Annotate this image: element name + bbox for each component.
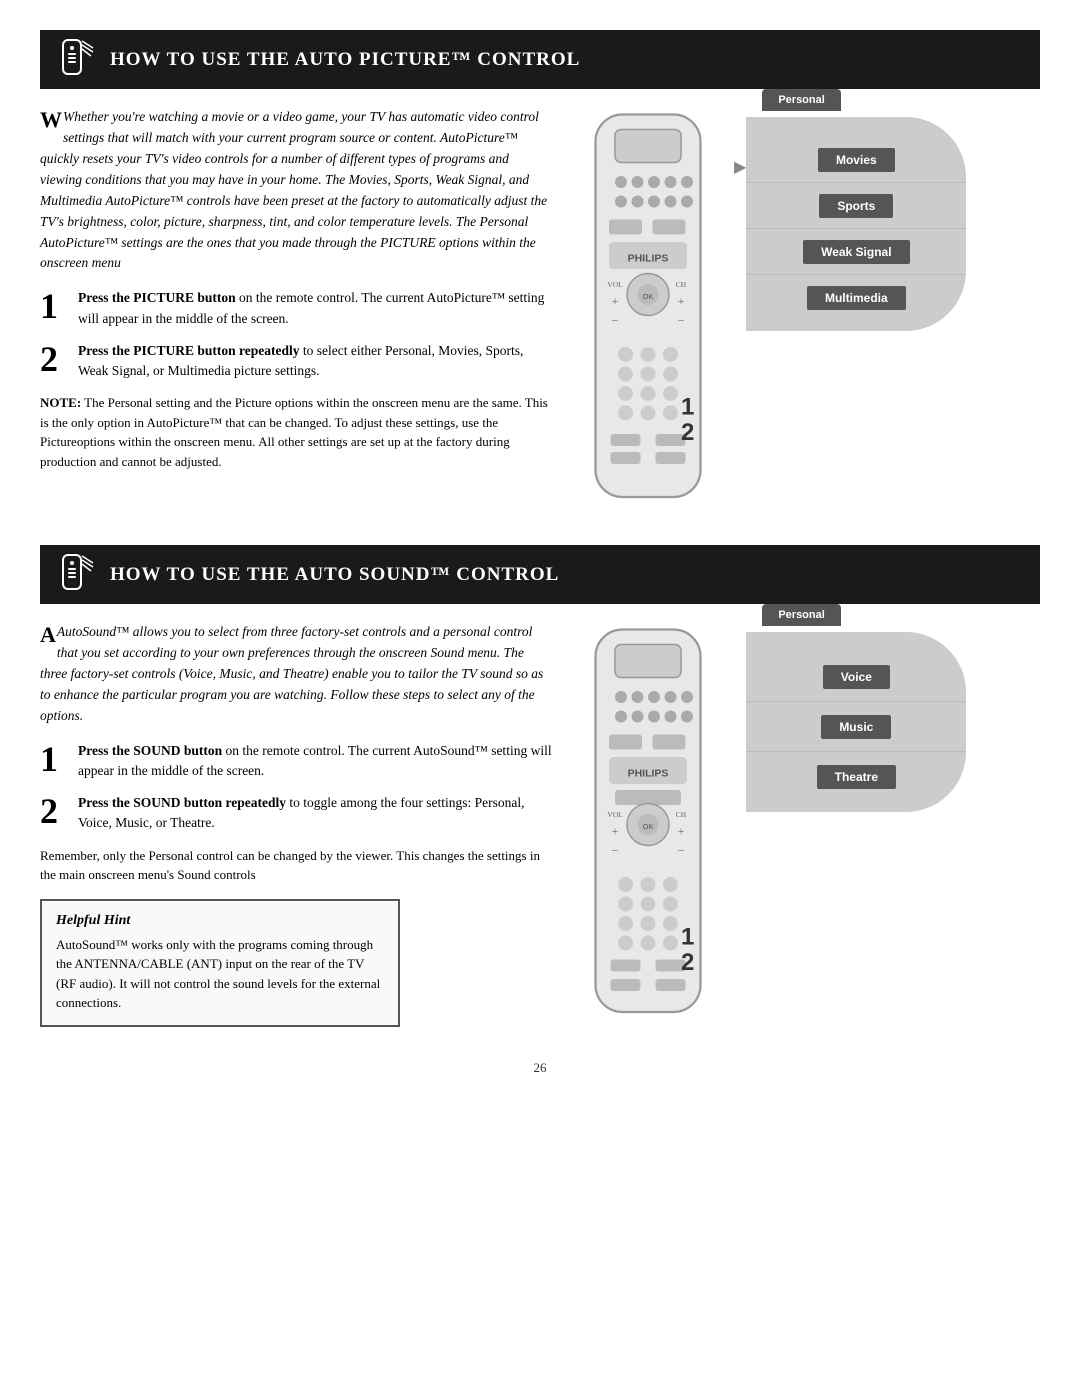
svg-text:2: 2 (681, 419, 694, 446)
personal-tab1: Personal (762, 89, 840, 111)
note-text: The Personal setting and the Picture opt… (40, 395, 548, 469)
step2-num: 2 (40, 341, 68, 382)
page-number: 26 (40, 1060, 1040, 1076)
s2-step1-text: Press the SOUND button on the remote con… (78, 741, 553, 782)
remote2-area: PHILIPS OK VOL CH + + − − (573, 622, 728, 1032)
section2-body: AAutoSound™ allows you to select from th… (40, 622, 1040, 1032)
section1-note: NOTE: The Personal setting and the Pictu… (40, 393, 553, 471)
remote2-svg: PHILIPS OK VOL CH + + − − (573, 622, 723, 1027)
svg-text:−: − (612, 844, 619, 858)
section1-diagram: PHILIPS OK VOL CH + + − − (573, 107, 1040, 517)
section2-intro: AAutoSound™ allows you to select from th… (40, 622, 553, 727)
remote-icon (58, 38, 96, 81)
helpful-hint-text: AutoSound™ works only with the programs … (56, 935, 384, 1013)
remote1-area: PHILIPS OK VOL CH + + − − (573, 107, 728, 517)
options2-bg: Personal VoiceMusicTheatre (746, 632, 966, 812)
svg-text:VOL: VOL (608, 810, 624, 819)
svg-text:+: + (612, 824, 619, 838)
section2-title: How to Use the Auto Sound™ Control (110, 564, 559, 586)
section2-text: AAutoSound™ allows you to select from th… (40, 622, 553, 1032)
s2-step2-text: Press the SOUND button repeatedly to tog… (78, 793, 553, 834)
svg-text:−: − (678, 314, 685, 328)
step2-text: Press the PICTURE button repeatedly to s… (78, 341, 553, 382)
svg-text:+: + (678, 294, 685, 308)
s2-step2-num: 2 (40, 793, 68, 834)
section2-reminder: Remember, only the Personal control can … (40, 846, 553, 885)
page: How to Use the Auto Picture™ Control WWh… (0, 0, 1080, 1397)
option-label: Theatre (817, 765, 896, 789)
section2-header: How to Use the Auto Sound™ Control (40, 545, 1040, 604)
section2-step2: 2 Press the SOUND button repeatedly to t… (40, 793, 553, 834)
s2-step1-num: 1 (40, 741, 68, 782)
option-item: Theatre (746, 752, 966, 802)
personal-tab2: Personal (762, 604, 840, 626)
options2-panel: Personal VoiceMusicTheatre (746, 632, 966, 812)
s2-step2-bold: Press the SOUND button repeatedly (78, 795, 286, 810)
section1-intro: WWhether you're watching a movie or a vi… (40, 107, 553, 274)
section2-diagram-inner: PHILIPS OK VOL CH + + − − (573, 622, 1040, 1032)
option-item: Sports (746, 183, 966, 229)
step1-bold: Press the PICTURE button (78, 290, 236, 305)
option-item: Music (746, 702, 966, 752)
option-item: Voice (746, 652, 966, 702)
section1-header: How to Use the Auto Picture™ Control (40, 30, 1040, 89)
section2-diagram: PHILIPS OK VOL CH + + − − (573, 622, 1040, 1032)
drop-cap-a: A (40, 624, 56, 646)
option-item: Movies (746, 137, 966, 183)
svg-text:1: 1 (681, 924, 694, 951)
svg-text:CH: CH (676, 810, 687, 819)
section1: How to Use the Auto Picture™ Control WWh… (40, 30, 1040, 517)
section1-step1: 1 Press the PICTURE button on the remote… (40, 288, 553, 329)
option-item: Multimedia (746, 275, 966, 321)
option-label: Weak Signal (803, 240, 909, 264)
drop-cap-w: W (40, 109, 62, 131)
svg-text:CH: CH (676, 280, 687, 289)
option-label: Movies (818, 148, 895, 172)
section1-step2: 2 Press the PICTURE button repeatedly to… (40, 341, 553, 382)
remote1-svg: PHILIPS OK VOL CH + + − − (573, 107, 723, 512)
svg-text:PHILIPS: PHILIPS (628, 253, 669, 265)
option-label: Multimedia (807, 286, 906, 310)
option-label: Music (821, 715, 891, 739)
svg-text:−: − (678, 844, 685, 858)
note-label: NOTE: (40, 395, 81, 410)
svg-text:OK: OK (643, 292, 654, 301)
svg-text:2: 2 (681, 949, 694, 976)
options1-list: Movies Sports Weak Signal Multimedia (746, 137, 966, 321)
s2-step1-bold: Press the SOUND button (78, 743, 222, 758)
options1-bg: Personal MoviesSportsWeak SignalMultimed… (746, 117, 966, 331)
helpful-hint-box: Helpful Hint AutoSound™ works only with … (40, 899, 400, 1027)
step1-num: 1 (40, 288, 68, 329)
svg-text:PHILIPS: PHILIPS (628, 768, 669, 780)
helpful-hint-heading: Helpful Hint (56, 913, 384, 929)
svg-text:1: 1 (681, 394, 694, 421)
section1-text: WWhether you're watching a movie or a vi… (40, 107, 553, 517)
section1-title: How to Use the Auto Picture™ Control (110, 49, 580, 71)
remote-icon2 (58, 553, 96, 596)
svg-text:−: − (612, 314, 619, 328)
options1-panel: Personal MoviesSportsWeak SignalMultimed… (746, 117, 966, 331)
section1-diagram-inner: PHILIPS OK VOL CH + + − − (573, 107, 1040, 517)
section2: How to Use the Auto Sound™ Control AAuto… (40, 545, 1040, 1032)
option-label: Sports (819, 194, 893, 218)
svg-text:+: + (612, 294, 619, 308)
section2-step1: 1 Press the SOUND button on the remote c… (40, 741, 553, 782)
option-label: Voice (823, 665, 890, 689)
arrows-area: ▶ (734, 157, 746, 177)
options2-list: Voice Music Theatre (746, 652, 966, 802)
step2-bold: Press the PICTURE button repeatedly (78, 343, 300, 358)
svg-text:OK: OK (643, 822, 654, 831)
section1-body: WWhether you're watching a movie or a vi… (40, 107, 1040, 517)
step1-text: Press the PICTURE button on the remote c… (78, 288, 553, 329)
svg-text:VOL: VOL (608, 280, 624, 289)
svg-text:+: + (678, 824, 685, 838)
option-item: Weak Signal (746, 229, 966, 275)
